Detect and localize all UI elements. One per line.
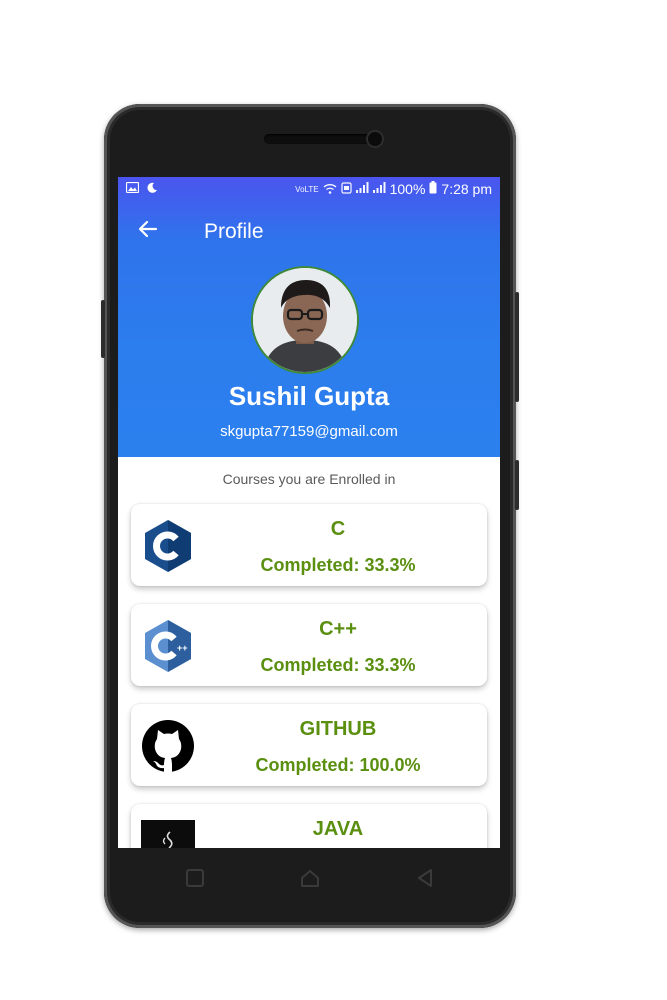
avatar-photo (253, 268, 357, 372)
home-icon (301, 870, 319, 887)
github-logo (141, 718, 195, 774)
course-card-cpp[interactable]: ++ C++ Completed: 33.3% (131, 604, 487, 686)
course-card-java[interactable]: JAVA (131, 804, 487, 848)
image-icon (125, 181, 143, 196)
back-button[interactable] (414, 867, 436, 889)
signal-icon-2 (372, 182, 386, 196)
triangle-back-icon (418, 869, 432, 887)
svg-text:++: ++ (177, 643, 188, 653)
course-name: GITHUB (299, 718, 377, 740)
front-camera (368, 132, 382, 146)
power-button (515, 292, 519, 402)
battery-level: 100% (389, 181, 426, 197)
data-saver-icon (340, 181, 352, 197)
moon-icon (147, 181, 158, 196)
course-progress: Completed: 33.3% (260, 555, 416, 575)
course-card-github[interactable]: GITHUB Completed: 100.0% (131, 704, 487, 786)
c-language-logo (141, 518, 195, 574)
course-name: C (330, 518, 346, 540)
volte-icon: VoLTE (295, 184, 319, 194)
earpiece-speaker (264, 134, 376, 144)
course-name: C++ (319, 618, 357, 640)
cpp-language-logo: ++ (141, 618, 195, 674)
courses-heading: Courses you are Enrolled in (222, 471, 396, 487)
course-card-c[interactable]: C Completed: 33.3% (131, 504, 487, 586)
profile-header: VoLTE 100% 7:28 pm Profile Sushil Gupta … (118, 177, 500, 457)
profile-email: skgupta77159@gmail.com (220, 423, 398, 440)
clock: 7:28 pm (441, 181, 492, 197)
avatar (251, 266, 359, 374)
back-arrow-button[interactable] (134, 217, 162, 245)
wifi-icon (323, 182, 337, 197)
status-bar: VoLTE 100% 7:28 pm (118, 177, 500, 203)
course-progress: Completed: 100.0% (255, 755, 421, 775)
course-progress: Completed: 33.3% (260, 655, 416, 675)
recent-apps-button[interactable] (184, 867, 206, 889)
volume-button (101, 300, 105, 358)
course-name: JAVA (312, 818, 364, 840)
battery-icon (429, 181, 437, 197)
app-screen: VoLTE 100% 7:28 pm Profile Sushil Gupta … (118, 177, 500, 848)
java-logo (141, 818, 195, 848)
home-button[interactable] (299, 867, 321, 889)
status-left-icons (125, 181, 158, 196)
page-title: Profile (204, 220, 264, 243)
status-right-icons: VoLTE 100% 7:28 pm (295, 181, 492, 197)
profile-name: Sushil Gupta (228, 381, 390, 411)
arrow-back-icon (137, 218, 159, 245)
side-button (515, 460, 519, 510)
square-icon (186, 869, 204, 887)
signal-icon-1 (355, 182, 369, 196)
